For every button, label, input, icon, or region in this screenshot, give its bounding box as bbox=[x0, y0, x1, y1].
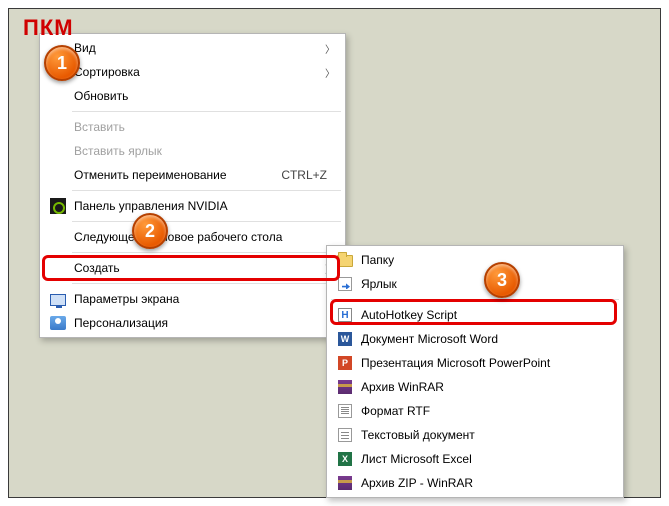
menu-shortcut: CTRL+Z bbox=[281, 168, 337, 182]
powerpoint-icon: P bbox=[333, 354, 357, 372]
menu-label: Отменить переименование bbox=[70, 168, 281, 182]
menu-label: Лист Microsoft Excel bbox=[357, 452, 615, 466]
menu-item-paste: Вставить bbox=[42, 115, 343, 139]
menu-label: Архив ZIP - WinRAR bbox=[357, 476, 615, 490]
separator bbox=[72, 252, 341, 253]
menu-label: Следующее фоновое рабочего стола bbox=[70, 230, 337, 244]
menu-label: Персонализация bbox=[70, 316, 337, 330]
submenu-create: Папку Ярлык H AutoHotkey Script W Докуме… bbox=[326, 245, 624, 498]
submenu-item-powerpoint[interactable]: P Презентация Microsoft PowerPoint bbox=[329, 351, 621, 375]
menu-label: Презентация Microsoft PowerPoint bbox=[357, 356, 615, 370]
menu-item-display-settings[interactable]: Параметры экрана bbox=[42, 287, 343, 311]
menu-label: Вставить ярлык bbox=[70, 144, 337, 158]
menu-label: Сортировка bbox=[70, 65, 325, 79]
rtf-icon bbox=[333, 402, 357, 420]
desktop-area[interactable]: ПКМ Вид 〉 Сортировка 〉 Обновить Вставить… bbox=[8, 8, 661, 498]
menu-label: Обновить bbox=[70, 89, 337, 103]
menu-label: Формат RTF bbox=[357, 404, 615, 418]
separator bbox=[72, 190, 341, 191]
menu-item-nvidia[interactable]: Панель управления NVIDIA bbox=[42, 194, 343, 218]
winrar-icon bbox=[333, 474, 357, 492]
menu-label: Панель управления NVIDIA bbox=[70, 199, 337, 213]
submenu-item-zip[interactable]: Архив ZIP - WinRAR bbox=[329, 471, 621, 495]
blank-icon bbox=[46, 87, 70, 105]
submenu-item-shortcut[interactable]: Ярлык bbox=[329, 272, 621, 296]
text-icon bbox=[333, 426, 357, 444]
menu-item-view[interactable]: Вид 〉 bbox=[42, 36, 343, 60]
submenu-item-ahk[interactable]: H AutoHotkey Script bbox=[329, 303, 621, 327]
menu-label: Вид bbox=[70, 41, 325, 55]
menu-label: Вставить bbox=[70, 120, 337, 134]
menu-item-paste-shortcut: Вставить ярлык bbox=[42, 139, 343, 163]
submenu-item-word[interactable]: W Документ Microsoft Word bbox=[329, 327, 621, 351]
menu-label: Папку bbox=[357, 253, 615, 267]
submenu-item-winrar[interactable]: Архив WinRAR bbox=[329, 375, 621, 399]
personalize-icon bbox=[46, 314, 70, 332]
chevron-right-icon: 〉 bbox=[325, 65, 337, 80]
separator bbox=[331, 299, 619, 300]
blank-icon bbox=[46, 142, 70, 160]
folder-icon bbox=[333, 251, 357, 269]
excel-icon: X bbox=[333, 450, 357, 468]
blank-icon bbox=[46, 166, 70, 184]
display-icon bbox=[46, 290, 70, 308]
menu-item-undo-rename[interactable]: Отменить переименование CTRL+Z bbox=[42, 163, 343, 187]
chevron-right-icon: 〉 bbox=[325, 41, 337, 56]
annotation-badge-3: 3 bbox=[484, 262, 520, 298]
annotation-pkm: ПКМ bbox=[23, 15, 74, 41]
separator bbox=[72, 111, 341, 112]
menu-item-refresh[interactable]: Обновить bbox=[42, 84, 343, 108]
menu-label: Документ Microsoft Word bbox=[357, 332, 615, 346]
shortcut-icon bbox=[333, 275, 357, 293]
winrar-icon bbox=[333, 378, 357, 396]
ahk-icon: H bbox=[333, 306, 357, 324]
submenu-item-folder[interactable]: Папку bbox=[329, 248, 621, 272]
menu-item-create[interactable]: Создать 〉 bbox=[42, 256, 343, 280]
context-menu: Вид 〉 Сортировка 〉 Обновить Вставить Вст… bbox=[39, 33, 346, 338]
separator bbox=[72, 221, 341, 222]
blank-icon bbox=[46, 228, 70, 246]
submenu-item-rtf[interactable]: Формат RTF bbox=[329, 399, 621, 423]
menu-label: Архив WinRAR bbox=[357, 380, 615, 394]
submenu-item-text[interactable]: Текстовый документ bbox=[329, 423, 621, 447]
word-icon: W bbox=[333, 330, 357, 348]
menu-label: Параметры экрана bbox=[70, 292, 337, 306]
menu-item-next-background[interactable]: Следующее фоновое рабочего стола bbox=[42, 225, 343, 249]
menu-item-sort[interactable]: Сортировка 〉 bbox=[42, 60, 343, 84]
menu-item-personalize[interactable]: Персонализация bbox=[42, 311, 343, 335]
annotation-badge-1: 1 bbox=[44, 45, 80, 81]
annotation-badge-2: 2 bbox=[132, 213, 168, 249]
blank-icon bbox=[46, 259, 70, 277]
submenu-item-excel[interactable]: X Лист Microsoft Excel bbox=[329, 447, 621, 471]
menu-label: Текстовый документ bbox=[357, 428, 615, 442]
menu-label: Создать bbox=[70, 261, 325, 275]
nvidia-icon bbox=[46, 197, 70, 215]
separator bbox=[72, 283, 341, 284]
menu-label: AutoHotkey Script bbox=[357, 308, 615, 322]
blank-icon bbox=[46, 118, 70, 136]
